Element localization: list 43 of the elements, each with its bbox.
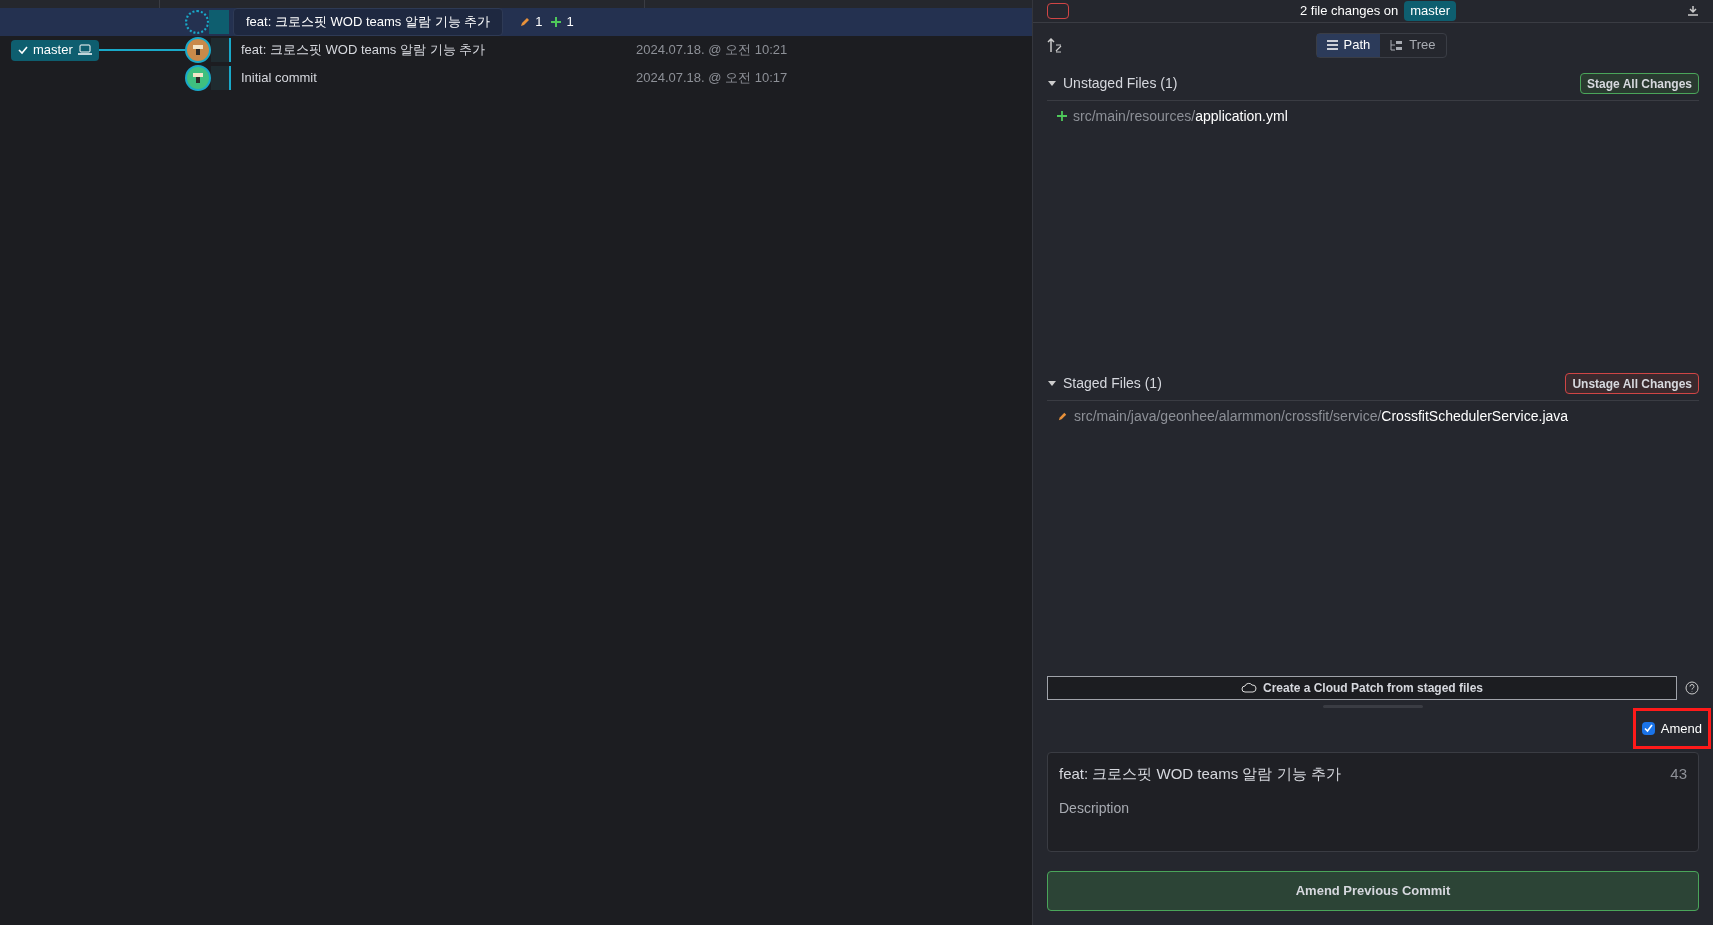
amend-commit-button[interactable]: Amend Previous Commit [1047,871,1699,911]
section-title: Staged Files (1) [1063,374,1162,394]
help-icon[interactable] [1685,680,1699,695]
stage-all-button[interactable]: Stage All Changes [1580,73,1699,94]
caret-icon[interactable] [1047,379,1057,388]
sort-icon[interactable] [1047,36,1063,54]
file-changes-title: 2 file changes on [1300,2,1399,21]
add-count: 1 [566,13,574,32]
unstage-all-button[interactable]: Unstage All Changes [1565,373,1699,395]
view-tab[interactable]: Path [1316,33,1381,57]
cloud-patch-button[interactable]: Create a Cloud Patch from staged files [1047,675,1677,700]
edit-count: 1 [535,13,543,32]
tree-icon [1390,39,1404,51]
commit-date: 2024.07.18. @ 오전 10:17 [636,69,788,88]
commit-message-field[interactable]: feat: 크로스핏 WOD teams 알람 기능 추가 43 Description [1047,752,1699,852]
list-icon [1326,40,1338,50]
commit-summary: feat: 크로스핏 WOD teams 알람 기능 추가 [1059,764,1341,784]
avatar-icon [185,65,211,91]
amend-label: Amend [1660,719,1702,738]
char-count: 43 [1670,764,1687,784]
laptop-icon [76,44,93,56]
branch-badge: master [1404,1,1456,21]
amend-checkbox[interactable] [1641,721,1655,735]
commit-bar [211,66,231,90]
branch-label[interactable]: master [11,39,99,61]
commit-bar [211,38,231,62]
plus-icon [550,16,563,28]
file-path[interactable]: src/main/java/geonhee/alarmmon/crossfit/service/CrossfitSchedulerService.java [1074,405,1569,427]
file-path[interactable]: src/main/resources/application.yml [1073,105,1288,127]
download-icon[interactable] [1687,6,1699,16]
commit-message: feat: 크로스핏 WOD teams 알람 기능 추가 [241,41,487,60]
caret-icon[interactable] [1047,79,1057,88]
commit-bar [209,10,229,34]
pencil-icon [519,16,532,28]
view-tab[interactable]: Tree [1380,33,1446,57]
plus-icon [1057,111,1067,121]
wip-message[interactable]: feat: 크로스핏 WOD teams 알람 기능 추가 [233,8,504,36]
section-title: Unstaged Files (1) [1063,74,1178,93]
pencil-icon [1057,410,1068,422]
description-field[interactable]: Description [1059,797,1687,819]
commit-message: Initial commit [241,69,318,88]
cloud-icon [1240,681,1257,694]
commit-date: 2024.07.18. @ 오전 10:21 [636,41,788,60]
